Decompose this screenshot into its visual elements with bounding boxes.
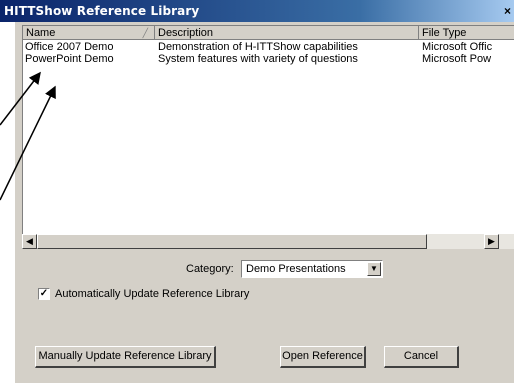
annotation-arrows — [0, 71, 56, 201]
annotation-arrow — [0, 85, 56, 201]
reference-library-dialog: HITTShow Reference Library × Name ╱ Desc… — [0, 0, 514, 383]
annotation-arrow — [0, 71, 41, 126]
